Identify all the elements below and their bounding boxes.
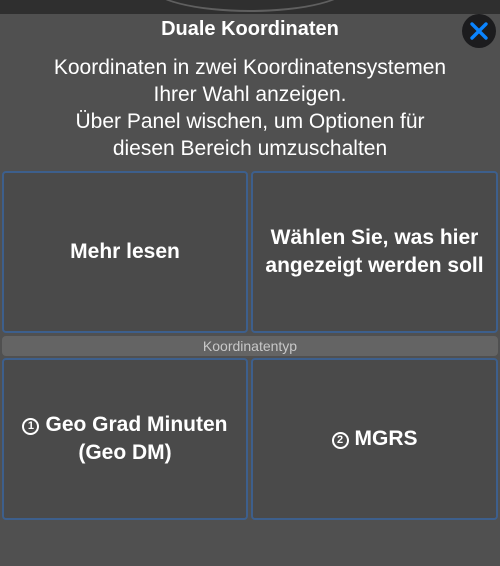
circled-number-2-icon: 2 [331,432,349,449]
description-line: Koordinaten in zwei Koordinatensystemen [53,56,447,79]
option-line: Geo Grad Minuten [45,413,228,436]
option-mgrs-button[interactable]: 2 MGRS [251,358,498,520]
circled-number-1-icon: 1 [22,418,40,435]
option-line: (Geo DM) [78,441,172,464]
dual-coordinates-dialog: Duale Koordinaten Koordinaten in zwei Ko… [0,0,500,566]
dialog-title: Duale Koordinaten [161,18,339,40]
dialog-bottom-area [0,522,500,566]
coordinate-type-section-header: Koordinatentyp [2,336,498,356]
option-geo-dm-label: 1 Geo Grad Minuten (Geo DM) [22,411,228,467]
compass-dial-background [150,0,350,12]
background-map-strip [0,0,500,14]
description-line: Ihrer Wahl anzeigen. [153,83,347,106]
choose-display-line: Wählen Sie, was hier [270,226,479,249]
choose-display-line: angezeigt werden soll [265,254,484,277]
option-mgrs-label: 2 MGRS [331,425,418,453]
choose-display-label: Wählen Sie, was hier angezeigt werden so… [265,224,483,280]
close-x-icon [470,22,488,40]
choose-display-panel[interactable]: Wählen Sie, was hier angezeigt werden so… [251,171,498,333]
close-button[interactable] [462,14,496,48]
read-more-label: Mehr lesen [70,240,180,263]
dialog-description: Koordinaten in zwei Koordinatensystemen … [20,54,480,162]
option-line: MGRS [354,427,418,450]
description-line: diesen Bereich umzuschalten [112,137,388,160]
read-more-button[interactable]: Mehr lesen [2,171,248,333]
option-geo-dm-button[interactable]: 1 Geo Grad Minuten (Geo DM) [2,358,248,520]
description-line: Über Panel wischen, um Optionen für [75,110,425,133]
